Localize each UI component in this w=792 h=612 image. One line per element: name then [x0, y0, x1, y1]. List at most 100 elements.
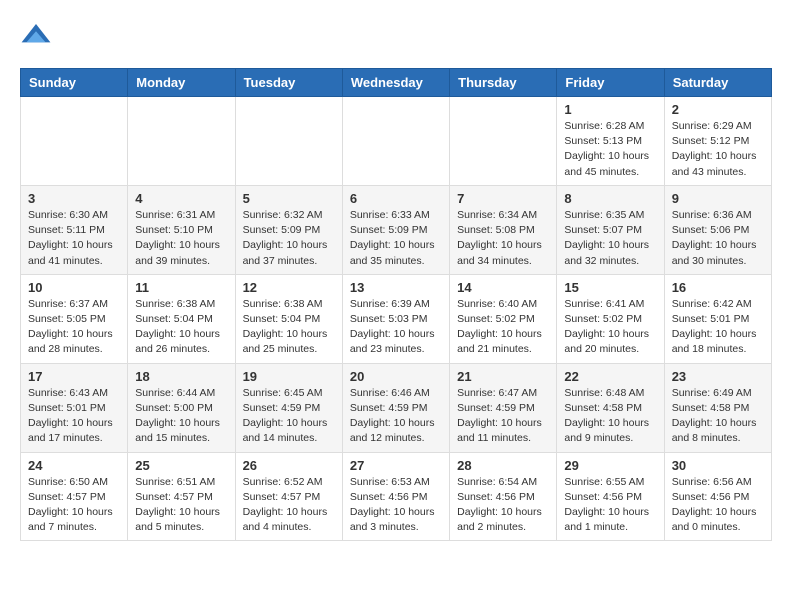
- day-number: 2: [672, 102, 764, 117]
- calendar-cell: 21 Sunrise: 6:47 AM Sunset: 4:59 PM Dayli…: [450, 363, 557, 452]
- calendar-week-row: 10 Sunrise: 6:37 AM Sunset: 5:05 PM Dayli…: [21, 274, 772, 363]
- day-info: Sunrise: 6:47 AM Sunset: 4:59 PM Dayligh…: [457, 386, 549, 447]
- day-info: Sunrise: 6:30 AM Sunset: 5:11 PM Dayligh…: [28, 208, 120, 269]
- day-info: Sunrise: 6:51 AM Sunset: 4:57 PM Dayligh…: [135, 475, 227, 536]
- day-number: 15: [564, 280, 656, 295]
- day-number: 9: [672, 191, 764, 206]
- day-info: Sunrise: 6:29 AM Sunset: 5:12 PM Dayligh…: [672, 119, 764, 180]
- day-info: Sunrise: 6:44 AM Sunset: 5:00 PM Dayligh…: [135, 386, 227, 447]
- day-number: 7: [457, 191, 549, 206]
- day-info: Sunrise: 6:45 AM Sunset: 4:59 PM Dayligh…: [243, 386, 335, 447]
- day-number: 12: [243, 280, 335, 295]
- column-header-tuesday: Tuesday: [235, 69, 342, 97]
- calendar-week-row: 3 Sunrise: 6:30 AM Sunset: 5:11 PM Daylig…: [21, 185, 772, 274]
- column-header-wednesday: Wednesday: [342, 69, 449, 97]
- day-number: 20: [350, 369, 442, 384]
- calendar-cell: 30 Sunrise: 6:56 AM Sunset: 4:56 PM Dayli…: [664, 452, 771, 541]
- day-info: Sunrise: 6:42 AM Sunset: 5:01 PM Dayligh…: [672, 297, 764, 358]
- calendar-cell: 25 Sunrise: 6:51 AM Sunset: 4:57 PM Dayli…: [128, 452, 235, 541]
- day-number: 27: [350, 458, 442, 473]
- column-header-friday: Friday: [557, 69, 664, 97]
- column-header-thursday: Thursday: [450, 69, 557, 97]
- day-info: Sunrise: 6:40 AM Sunset: 5:02 PM Dayligh…: [457, 297, 549, 358]
- day-info: Sunrise: 6:41 AM Sunset: 5:02 PM Dayligh…: [564, 297, 656, 358]
- day-info: Sunrise: 6:38 AM Sunset: 5:04 PM Dayligh…: [243, 297, 335, 358]
- day-info: Sunrise: 6:43 AM Sunset: 5:01 PM Dayligh…: [28, 386, 120, 447]
- calendar-cell: 3 Sunrise: 6:30 AM Sunset: 5:11 PM Daylig…: [21, 185, 128, 274]
- calendar-cell: 13 Sunrise: 6:39 AM Sunset: 5:03 PM Dayli…: [342, 274, 449, 363]
- day-number: 17: [28, 369, 120, 384]
- column-header-sunday: Sunday: [21, 69, 128, 97]
- calendar-cell: 6 Sunrise: 6:33 AM Sunset: 5:09 PM Daylig…: [342, 185, 449, 274]
- calendar-cell: 8Sunrise: 6:35 AM Sunset: 5:07 PM Daylig…: [557, 185, 664, 274]
- logo-icon: [20, 20, 52, 52]
- day-number: 1: [564, 102, 656, 117]
- day-info: Sunrise: 6:39 AM Sunset: 5:03 PM Dayligh…: [350, 297, 442, 358]
- day-number: 28: [457, 458, 549, 473]
- day-number: 22: [564, 369, 656, 384]
- day-info: Sunrise: 6:28 AM Sunset: 5:13 PM Dayligh…: [564, 119, 656, 180]
- calendar-cell: 20 Sunrise: 6:46 AM Sunset: 4:59 PM Dayli…: [342, 363, 449, 452]
- day-info: Sunrise: 6:37 AM Sunset: 5:05 PM Dayligh…: [28, 297, 120, 358]
- calendar-cell: 18 Sunrise: 6:44 AM Sunset: 5:00 PM Dayli…: [128, 363, 235, 452]
- calendar-cell: 9 Sunrise: 6:36 AM Sunset: 5:06 PM Daylig…: [664, 185, 771, 274]
- calendar-cell: 26 Sunrise: 6:52 AM Sunset: 4:57 PM Dayli…: [235, 452, 342, 541]
- day-info: Sunrise: 6:36 AM Sunset: 5:06 PM Dayligh…: [672, 208, 764, 269]
- day-number: 5: [243, 191, 335, 206]
- day-number: 11: [135, 280, 227, 295]
- day-info: Sunrise: 6:49 AM Sunset: 4:58 PM Dayligh…: [672, 386, 764, 447]
- day-number: 25: [135, 458, 227, 473]
- day-number: 19: [243, 369, 335, 384]
- calendar-cell: 19 Sunrise: 6:45 AM Sunset: 4:59 PM Dayli…: [235, 363, 342, 452]
- day-number: 21: [457, 369, 549, 384]
- day-number: 23: [672, 369, 764, 384]
- column-header-monday: Monday: [128, 69, 235, 97]
- calendar-cell: 12 Sunrise: 6:38 AM Sunset: 5:04 PM Dayli…: [235, 274, 342, 363]
- logo: [20, 20, 56, 52]
- calendar-cell: [235, 97, 342, 186]
- day-info: Sunrise: 6:32 AM Sunset: 5:09 PM Dayligh…: [243, 208, 335, 269]
- day-number: 10: [28, 280, 120, 295]
- day-info: Sunrise: 6:54 AM Sunset: 4:56 PM Dayligh…: [457, 475, 549, 536]
- calendar-week-row: 1 Sunrise: 6:28 AM Sunset: 5:13 PM Daylig…: [21, 97, 772, 186]
- calendar-week-row: 24Sunrise: 6:50 AM Sunset: 4:57 PM Dayli…: [21, 452, 772, 541]
- day-number: 4: [135, 191, 227, 206]
- day-number: 30: [672, 458, 764, 473]
- day-info: Sunrise: 6:56 AM Sunset: 4:56 PM Dayligh…: [672, 475, 764, 536]
- day-info: Sunrise: 6:34 AM Sunset: 5:08 PM Dayligh…: [457, 208, 549, 269]
- calendar-week-row: 17 Sunrise: 6:43 AM Sunset: 5:01 PM Dayli…: [21, 363, 772, 452]
- day-number: 6: [350, 191, 442, 206]
- day-number: 13: [350, 280, 442, 295]
- day-number: 26: [243, 458, 335, 473]
- day-number: 24: [28, 458, 120, 473]
- day-info: Sunrise: 6:52 AM Sunset: 4:57 PM Dayligh…: [243, 475, 335, 536]
- day-info: Sunrise: 6:46 AM Sunset: 4:59 PM Dayligh…: [350, 386, 442, 447]
- day-number: 8: [564, 191, 656, 206]
- calendar-cell: 4 Sunrise: 6:31 AM Sunset: 5:10 PM Daylig…: [128, 185, 235, 274]
- day-number: 29: [564, 458, 656, 473]
- calendar-cell: 15 Sunrise: 6:41 AM Sunset: 5:02 PM Dayli…: [557, 274, 664, 363]
- calendar-cell: 2 Sunrise: 6:29 AM Sunset: 5:12 PM Daylig…: [664, 97, 771, 186]
- day-number: 16: [672, 280, 764, 295]
- calendar-cell: 11 Sunrise: 6:38 AM Sunset: 5:04 PM Dayli…: [128, 274, 235, 363]
- calendar-cell: 22 Sunrise: 6:48 AM Sunset: 4:58 PM Dayli…: [557, 363, 664, 452]
- day-number: 14: [457, 280, 549, 295]
- day-info: Sunrise: 6:38 AM Sunset: 5:04 PM Dayligh…: [135, 297, 227, 358]
- calendar-cell: [342, 97, 449, 186]
- day-info: Sunrise: 6:31 AM Sunset: 5:10 PM Dayligh…: [135, 208, 227, 269]
- calendar-cell: 16 Sunrise: 6:42 AM Sunset: 5:01 PM Dayli…: [664, 274, 771, 363]
- day-number: 3: [28, 191, 120, 206]
- calendar-cell: 24Sunrise: 6:50 AM Sunset: 4:57 PM Dayli…: [21, 452, 128, 541]
- day-info: Sunrise: 6:33 AM Sunset: 5:09 PM Dayligh…: [350, 208, 442, 269]
- calendar-cell: 27Sunrise: 6:53 AM Sunset: 4:56 PM Dayli…: [342, 452, 449, 541]
- calendar-cell: 10 Sunrise: 6:37 AM Sunset: 5:05 PM Dayli…: [21, 274, 128, 363]
- calendar-cell: 1 Sunrise: 6:28 AM Sunset: 5:13 PM Daylig…: [557, 97, 664, 186]
- calendar-cell: 5 Sunrise: 6:32 AM Sunset: 5:09 PM Daylig…: [235, 185, 342, 274]
- calendar-header-row: SundayMondayTuesdayWednesdayThursdayFrid…: [21, 69, 772, 97]
- column-header-saturday: Saturday: [664, 69, 771, 97]
- calendar-cell: 29Sunrise: 6:55 AM Sunset: 4:56 PM Dayli…: [557, 452, 664, 541]
- calendar-cell: 23 Sunrise: 6:49 AM Sunset: 4:58 PM Dayli…: [664, 363, 771, 452]
- day-info: Sunrise: 6:48 AM Sunset: 4:58 PM Dayligh…: [564, 386, 656, 447]
- calendar-cell: [21, 97, 128, 186]
- day-number: 18: [135, 369, 227, 384]
